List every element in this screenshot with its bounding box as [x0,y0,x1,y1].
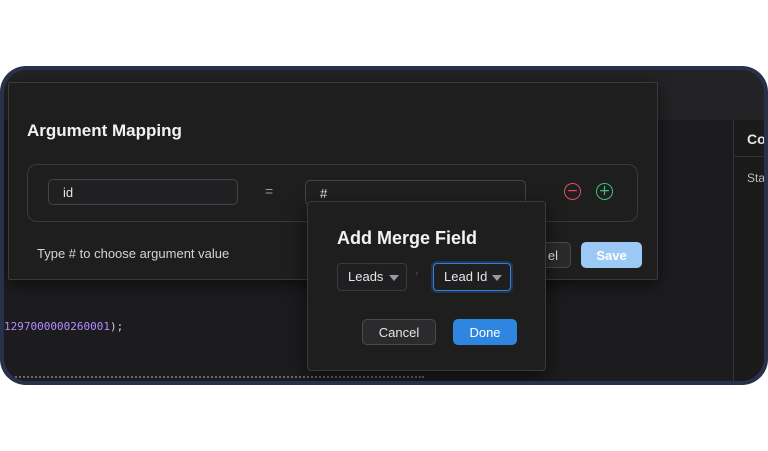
app-screen: Co Sta 1297000000260001); Argument Mappi… [4,70,764,381]
right-panel-header: Co [733,120,764,157]
chevron-down-icon [389,275,399,281]
module-select-value: Leads [348,269,384,284]
code-suffix: ); [109,320,124,333]
save-button[interactable]: Save [581,242,642,268]
done-button[interactable]: Done [453,319,517,345]
minus-circle-icon[interactable]: − [564,183,581,200]
merge-cancel-button[interactable]: Cancel [362,319,436,345]
equals-sign: = [265,183,274,199]
chevron-down-icon [492,275,502,281]
merge-field-title: Add Merge Field [337,228,478,248]
module-select[interactable]: Leads [337,263,407,291]
argument-mapping-title: Argument Mapping [27,121,182,140]
device-frame: Co Sta 1297000000260001); Argument Mappi… [0,66,768,385]
argument-hint-text: Type # to choose argument value [37,246,230,261]
plus-circle-icon[interactable]: + [596,183,613,200]
code-line: 1297000000260001); [4,320,123,333]
code-number: 1297000000260001 [4,320,110,333]
right-panel [733,120,764,381]
field-select-value: Lead Id [444,269,488,284]
chevron-right-icon: › [415,268,419,279]
add-merge-field-popup: Add Merge Field Leads › Lead Id Cancel D… [307,201,546,371]
field-select[interactable]: Lead Id [433,263,511,291]
code-line-faded [4,376,424,381]
argument-name-input[interactable] [48,179,238,205]
right-panel-status: Sta [747,171,764,185]
right-panel-title: Co [747,131,764,147]
